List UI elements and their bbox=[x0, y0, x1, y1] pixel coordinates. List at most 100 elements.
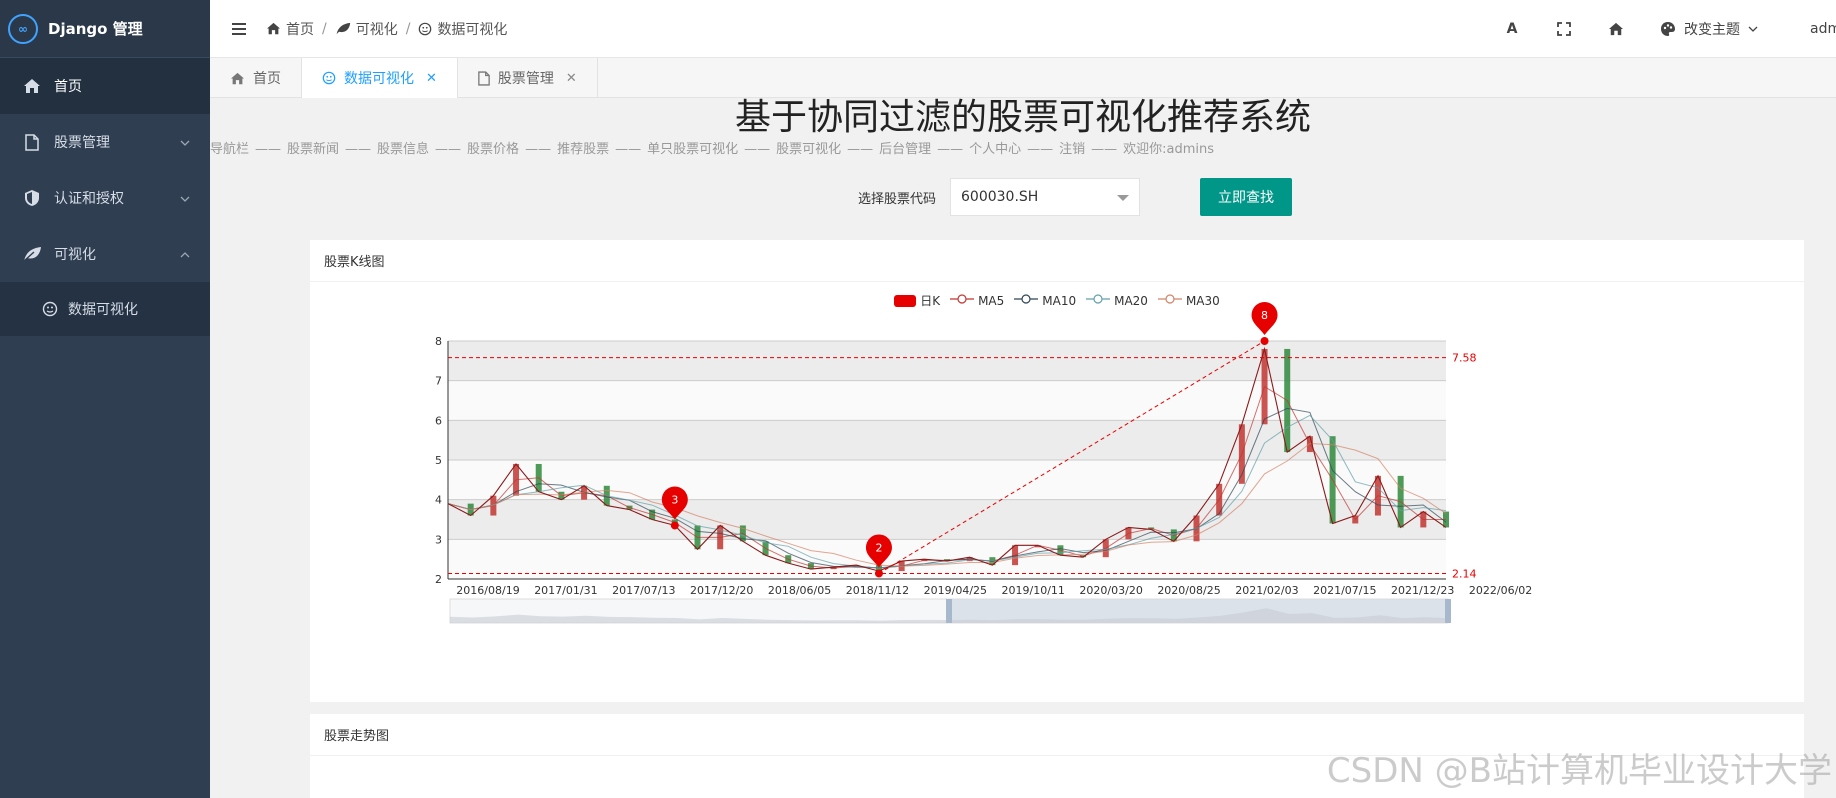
x-tick-label: 2019/10/11 bbox=[1002, 584, 1065, 597]
home-icon bbox=[22, 76, 42, 96]
legend-item[interactable]: MA20 bbox=[1086, 292, 1148, 309]
nav-link[interactable]: 股票新闻 bbox=[287, 142, 339, 157]
breadcrumb-separator: / bbox=[322, 20, 327, 37]
top-bar: 首页 / 可视化 / 数据可视化 A 改变主题 admins bbox=[210, 0, 1836, 58]
nav-separator: —— bbox=[255, 142, 282, 157]
y-tick-label: 3 bbox=[435, 533, 442, 546]
legend-item[interactable]: MA5 bbox=[950, 292, 1004, 309]
close-icon[interactable]: ✕ bbox=[566, 71, 577, 86]
nav-separator: —— bbox=[847, 142, 874, 157]
legend-label: MA30 bbox=[1185, 293, 1220, 308]
x-tick-label: 2021/07/15 bbox=[1313, 584, 1376, 597]
home-icon[interactable] bbox=[1590, 0, 1642, 58]
zoom-handle-left bbox=[946, 599, 952, 623]
mark-point-dot bbox=[670, 521, 679, 530]
leaf-icon bbox=[336, 22, 350, 35]
app-title: Django 管理 bbox=[48, 20, 143, 38]
tab-stock-management[interactable]: 股票管理 ✕ bbox=[458, 58, 598, 98]
tab-data-visualization[interactable]: 数据可视化 ✕ bbox=[302, 58, 458, 98]
tab-label: 数据可视化 bbox=[344, 71, 414, 87]
sidebar-item-label: 首页 bbox=[54, 79, 82, 95]
nav-link[interactable]: 欢迎你:admins bbox=[1123, 142, 1214, 157]
menu-toggle-icon[interactable] bbox=[232, 19, 252, 39]
breadcrumb-label: 首页 bbox=[286, 21, 314, 38]
breadcrumb-visualization[interactable]: 可视化 bbox=[335, 19, 398, 39]
nav-separator: —— bbox=[615, 142, 642, 157]
mark-point-label: 2 bbox=[875, 541, 882, 554]
breadcrumb-home[interactable]: 首页 bbox=[266, 19, 314, 39]
legend-swatch bbox=[1014, 293, 1039, 308]
nav-link[interactable]: 推荐股票 bbox=[557, 142, 609, 157]
nav-link[interactable]: 注销 bbox=[1059, 142, 1085, 157]
x-tick-label: 2020/08/25 bbox=[1157, 584, 1220, 597]
page-title: 基于协同过滤的股票可视化推荐系统 bbox=[734, 98, 1311, 138]
mark-point-dot bbox=[874, 569, 883, 578]
font-size-icon[interactable]: A bbox=[1486, 0, 1538, 58]
mark-point-label: 3 bbox=[671, 493, 678, 506]
zoom-handle-right bbox=[1445, 599, 1451, 623]
mark-point-dot bbox=[1260, 337, 1269, 345]
legend-item[interactable]: 日K bbox=[894, 292, 940, 309]
shield-icon bbox=[22, 188, 42, 208]
fullscreen-icon[interactable] bbox=[1538, 0, 1590, 58]
file-icon bbox=[478, 70, 490, 86]
user-menu[interactable]: admins bbox=[1806, 21, 1836, 37]
legend-label: MA20 bbox=[1114, 293, 1148, 308]
x-tick-label: 2019/04/25 bbox=[924, 584, 987, 597]
kline-card-title: 股票K线图 bbox=[310, 240, 1804, 282]
nav-separator: —— bbox=[435, 142, 462, 157]
y-tick-label: 7 bbox=[435, 375, 442, 388]
x-tick-label: 2020/03/20 bbox=[1079, 584, 1142, 597]
sidebar-item-label: 股票管理 bbox=[54, 135, 110, 151]
y-tick-label: 8 bbox=[435, 335, 442, 348]
stock-code-select[interactable]: 600030.SH bbox=[950, 178, 1141, 216]
app-logo[interactable]: ∞ Django 管理 bbox=[0, 0, 210, 58]
kline-chart-svg: 2 3 4 5 6 7 8 2016/08/19 2017/01/31 2017/07/13 201… bbox=[435, 302, 1532, 624]
sidebar-item-label: 认证和授权 bbox=[54, 191, 124, 207]
legend-item[interactable]: MA10 bbox=[1014, 292, 1076, 309]
nav-separator: —— bbox=[525, 142, 552, 157]
theme-switcher[interactable]: 改变主题 bbox=[1660, 19, 1758, 39]
nav-link[interactable]: 个人中心 bbox=[969, 142, 1021, 157]
nav-link[interactable]: 股票信息 bbox=[377, 142, 429, 157]
watermark: CSDN @B站计算机毕业设计大学 bbox=[1326, 751, 1832, 791]
close-icon[interactable]: ✕ bbox=[426, 71, 437, 86]
sidebar-item-auth[interactable]: 认证和授权 bbox=[0, 170, 210, 226]
django-logo-icon: ∞ bbox=[8, 13, 38, 44]
theme-label: 改变主题 bbox=[1684, 22, 1740, 38]
stock-code-value: 600030.SH bbox=[961, 189, 1039, 205]
breadcrumb-label: 数据可视化 bbox=[437, 21, 508, 38]
x-tick-label: 2021/12/23 bbox=[1391, 584, 1454, 597]
user-name: admins bbox=[1810, 21, 1836, 37]
tab-home[interactable]: 首页 bbox=[210, 58, 302, 98]
sidebar-item-visualization[interactable]: 可视化 bbox=[0, 226, 210, 282]
home-icon bbox=[231, 72, 244, 84]
sidebar-subitem-label: 数据可视化 bbox=[68, 302, 138, 318]
nav-link[interactable]: 后台管理 bbox=[879, 142, 931, 157]
home-icon bbox=[267, 22, 280, 35]
nav-link[interactable]: 股票可视化 bbox=[776, 142, 841, 157]
tab-label: 首页 bbox=[253, 71, 281, 87]
nav-link[interactable]: 单只股票可视化 bbox=[647, 142, 738, 157]
chart-legend: 日K MA5 MA10 MA20 MA30 bbox=[310, 292, 1804, 309]
sidebar-item-stock-management[interactable]: 股票管理 bbox=[0, 114, 210, 170]
x-tick-label: 2017/12/20 bbox=[690, 584, 753, 597]
smile-icon bbox=[322, 71, 336, 85]
breadcrumb-separator: / bbox=[405, 20, 411, 37]
sidebar-subitem-data-visualization[interactable]: 数据可视化 bbox=[0, 282, 210, 336]
tab-label: 股票管理 bbox=[497, 71, 554, 87]
grid-band bbox=[448, 499, 1446, 540]
grid-band bbox=[448, 380, 1446, 421]
dropdown-caret-icon bbox=[1117, 195, 1130, 201]
sidebar-item-home[interactable]: 首页 bbox=[0, 58, 210, 114]
legend-item[interactable]: MA30 bbox=[1157, 292, 1220, 309]
leaf-icon bbox=[22, 244, 42, 264]
search-button[interactable]: 立即查找 bbox=[1200, 178, 1293, 216]
y-tick-label: 2 bbox=[435, 573, 442, 586]
legend-swatch bbox=[950, 293, 975, 308]
nav-link[interactable]: 导航栏 bbox=[210, 142, 249, 157]
legend-label: 日K bbox=[920, 294, 941, 308]
legend-label: MA5 bbox=[978, 293, 1005, 308]
nav-link[interactable]: 股票价格 bbox=[467, 142, 519, 157]
legend-swatch bbox=[894, 294, 917, 307]
